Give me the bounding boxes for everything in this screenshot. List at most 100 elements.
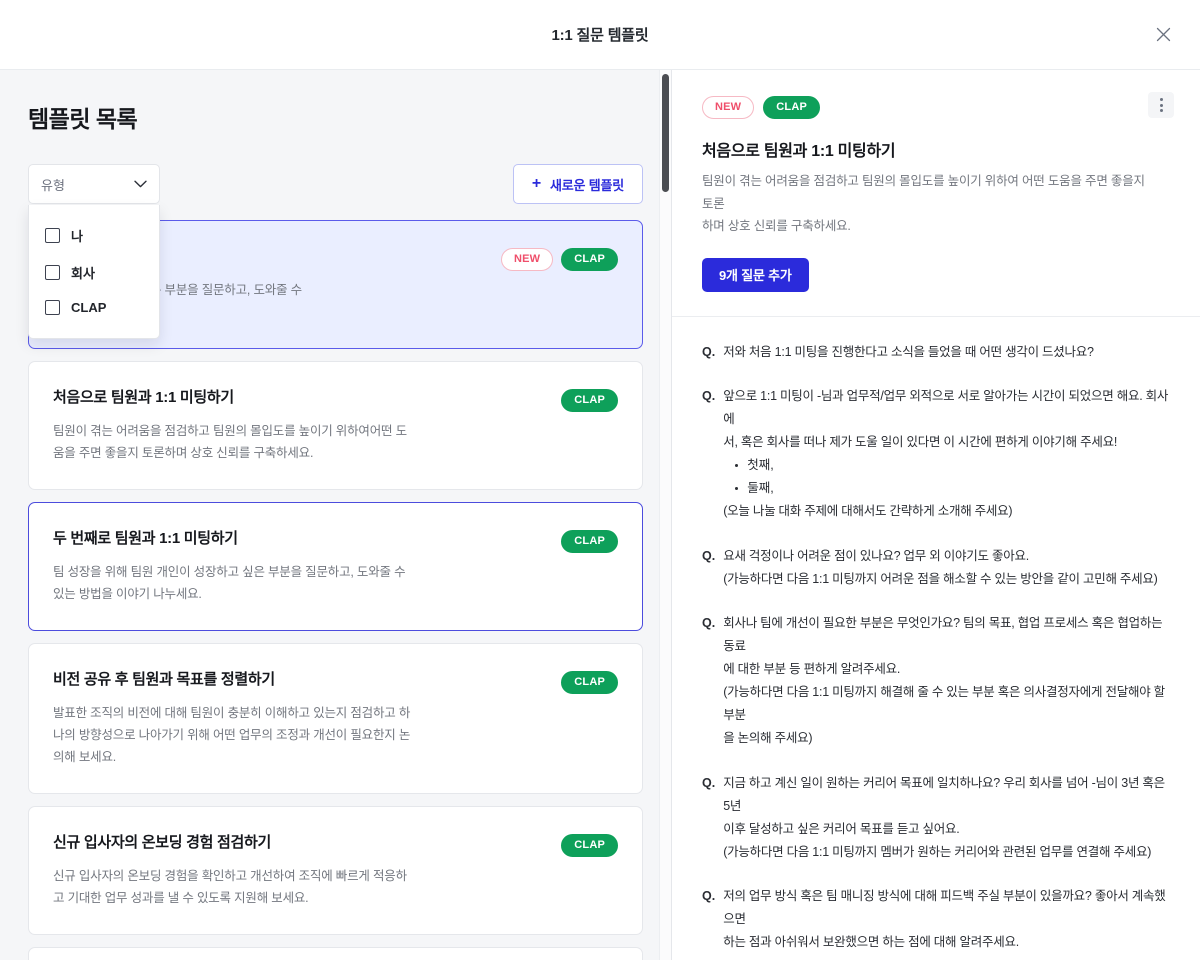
more-options-button[interactable] <box>1148 92 1174 118</box>
type-filter: 유형 나 회사 CLAP <box>28 164 160 339</box>
question-line: 저의 업무 방식 혹은 팀 매니징 방식에 대해 피드백 주실 부분이 있을까요… <box>723 889 1166 927</box>
filter-option-label: 나 <box>71 229 83 244</box>
modal-body: 템플릿 목록 유형 나 회사 CLAP + 새로운 템플릿 NEW CLAP 개… <box>0 70 1200 960</box>
template-card[interactable]: 퇴사하는 팀원과의 오프보딩 미팅 CLAP 퇴사원인을 정확하게 파악하고, … <box>28 946 643 960</box>
filter-option-clap[interactable]: CLAP <box>29 291 159 324</box>
checkbox-icon[interactable] <box>45 265 60 280</box>
question-note: (가능하다면 다음 1:1 미팅까지 멤버가 원하는 커리어와 관련된 업무를 … <box>723 844 1152 859</box>
question-line: 저와 처음 1:1 미팅을 진행한다고 소식을 들었을 때 어떤 생각이 드셨나… <box>723 344 1094 359</box>
question-bullet: 첫째, <box>735 454 1170 477</box>
template-detail-panel: NEW CLAP 처음으로 팀원과 1:1 미팅하기 팀원이 겪는 어려움을 점… <box>672 70 1200 960</box>
template-list-scrollbar[interactable] <box>659 70 671 960</box>
question-bullet: 둘째, <box>735 477 1170 500</box>
question-list: Q. 저와 처음 1:1 미팅을 진행한다고 소식을 들었을 때 어떤 생각이 … <box>672 317 1200 960</box>
desc-line: 팀 성장을 위해 팀원 개인이 성장하고 싶은 부분을 질문하고, 도와줄 수 <box>53 565 406 580</box>
question-marker: Q. <box>702 388 716 403</box>
template-card-badges: CLAP <box>561 388 618 413</box>
detail-header: NEW CLAP 처음으로 팀원과 1:1 미팅하기 팀원이 겪는 어려움을 점… <box>672 70 1200 317</box>
more-vertical-icon <box>1159 98 1163 112</box>
template-card-badges: CLAP <box>561 833 618 857</box>
question-line: 에 대한 부분 등 편하게 알려주세요. <box>723 662 901 677</box>
scrollbar-thumb[interactable] <box>662 74 669 192</box>
template-card[interactable]: 두 번째로 팀원과 1:1 미팅하기 CLAP 팀 성장을 위해 팀원 개인이 … <box>28 501 643 631</box>
template-card-desc: 팀 성장을 위해 팀원 개인이 성장하고 싶은 부분을 질문하고, 도와줄 수 … <box>53 562 513 606</box>
template-list-title: 템플릿 목록 <box>28 106 138 132</box>
modal-header: 1:1 질문 템플릿 <box>0 0 1200 70</box>
question-line: 이후 달성하고 싶은 커리어 목표를 듣고 싶어요. <box>723 821 960 836</box>
status-badge-clap: CLAP <box>561 833 618 857</box>
chevron-down-icon <box>134 180 147 188</box>
question-line: 요새 걱정이나 어려운 점이 있나요? 업무 외 이야기도 좋아요. <box>723 548 1029 563</box>
filter-option-label: CLAP <box>71 300 107 315</box>
template-card[interactable]: 처음으로 팀원과 1:1 미팅하기 CLAP 팀원이 겪는 어려움을 점검하고 … <box>28 360 643 490</box>
question-note: (가능하다면 다음 1:1 미팅까지 해결해 줄 수 있는 부분 혹은 의사결정… <box>723 685 1165 723</box>
template-card-title: 비전 공유 후 팀원과 목표를 정렬하기 <box>53 670 275 688</box>
question-note: (오늘 나눌 대화 주제에 대해서도 간략하게 소개해 주세요) <box>723 504 1013 519</box>
desc-line: 의해 보세요. <box>53 749 117 764</box>
filter-option-company[interactable]: 회사 <box>29 254 159 291</box>
desc-line: 움을 주면 좋을지 토론하며 상호 신뢰를 구축하세요. <box>53 446 314 460</box>
question-marker: Q. <box>702 548 716 563</box>
template-card-desc: 발표한 조직의 비전에 대해 팀원이 충분히 이해하고 있는지 점검하고 하 나… <box>53 703 513 769</box>
template-card-badges: NEW CLAP <box>500 247 618 272</box>
question-item: Q. 저와 처음 1:1 미팅을 진행한다고 소식을 들었을 때 어떤 생각이 … <box>702 341 1170 364</box>
checkbox-icon[interactable] <box>45 228 60 243</box>
question-bullets: 첫째, 둘째, <box>723 454 1170 500</box>
plus-icon: + <box>531 175 542 192</box>
template-card-desc: 팀원이 겪는 어려움을 점검하고 팀원의 몰입도를 높이기 위하여어떤 도 움을… <box>53 421 513 465</box>
close-icon <box>1156 27 1171 42</box>
template-list-panel: 템플릿 목록 유형 나 회사 CLAP + 새로운 템플릿 NEW CLAP 개… <box>0 70 672 960</box>
template-card-title: 신규 입사자의 온보딩 경험 점검하기 <box>53 833 271 851</box>
new-template-button-label: 새로운 템플릿 <box>550 177 624 193</box>
question-marker: Q. <box>702 344 716 359</box>
status-badge-clap: CLAP <box>561 670 618 694</box>
question-item: Q. 지금 하고 계신 일이 원하는 커리어 목표에 일치하나요? 우리 회사를… <box>702 772 1170 865</box>
template-card-badges: CLAP <box>561 670 618 694</box>
question-note: (가능하다면 다음 1:1 미팅까지 어려운 점을 해소할 수 있는 방안을 같… <box>723 571 1158 586</box>
question-item: Q. 앞으로 1:1 미팅이 -님과 업무적/업무 외적으로 서로 알아가는 시… <box>702 385 1170 524</box>
filter-option-label: 회사 <box>71 266 95 281</box>
template-card-badges: CLAP <box>561 529 618 554</box>
question-marker: Q. <box>702 615 716 630</box>
desc-line: 팀원이 겪는 어려움을 점검하고 팀원의 몰입도를 높이기 위하여 어떤 도움을… <box>702 174 1145 211</box>
desc-line: 나의 방향성으로 나아가기 위해 어떤 업무의 조정과 개선이 필요한지 논 <box>53 727 411 742</box>
add-questions-button[interactable]: 9개 질문 추가 <box>702 257 809 292</box>
status-badge-clap: CLAP <box>763 96 821 120</box>
filter-option-me[interactable]: 나 <box>29 217 159 254</box>
desc-line: 있는 방법을 이야기 나누세요. <box>53 586 202 601</box>
close-button[interactable] <box>1148 20 1178 50</box>
question-marker: Q. <box>702 889 716 904</box>
template-card-desc: 신규 입사자의 온보딩 경험을 확인하고 개선하여 조직에 빠르게 적응하 고 … <box>53 866 513 910</box>
question-marker: Q. <box>702 775 716 790</box>
type-filter-label: 유형 <box>41 177 65 193</box>
template-card[interactable]: 신규 입사자의 온보딩 경험 점검하기 CLAP 신규 입사자의 온보딩 경험을… <box>28 805 643 935</box>
status-badge-clap: CLAP <box>561 388 618 413</box>
page-title: 1:1 질문 템플릿 <box>551 27 649 44</box>
template-card-title: 처음으로 팀원과 1:1 미팅하기 <box>53 388 234 406</box>
question-item: Q. 저의 업무 방식 혹은 팀 매니징 방식에 대해 피드백 주실 부분이 있… <box>702 885 1170 954</box>
checkbox-icon[interactable] <box>45 300 60 315</box>
type-filter-dropdown: 나 회사 CLAP <box>28 205 160 339</box>
question-item: Q. 회사나 팀에 개선이 필요한 부분은 무엇인가요? 팀의 목표, 협업 프… <box>702 612 1170 751</box>
new-template-button[interactable]: + 새로운 템플릿 <box>512 164 643 204</box>
status-badge-new: NEW <box>702 96 755 120</box>
question-line: 회사나 팀에 개선이 필요한 부분은 무엇인가요? 팀의 목표, 협업 프로세스… <box>723 615 1163 653</box>
question-line: 지금 하고 계신 일이 원하는 커리어 목표에 일치하나요? 우리 회사를 넘어… <box>723 775 1165 813</box>
desc-line: 발표한 조직의 비전에 대해 팀원이 충분히 이해하고 있는지 점검하고 하 <box>53 706 411 720</box>
detail-title: 처음으로 팀원과 1:1 미팅하기 <box>702 143 896 161</box>
status-badge-new: NEW <box>500 248 554 272</box>
question-item: Q. 요새 걱정이나 어려운 점이 있나요? 업무 외 이야기도 좋아요. (가… <box>702 545 1170 591</box>
desc-line: 고 기대한 업무 성과를 낼 수 있도록 지원해 보세요. <box>53 890 309 905</box>
detail-badges: NEW CLAP <box>702 96 1170 120</box>
desc-line: 팀원이 겪는 어려움을 점검하고 팀원의 몰입도를 높이기 위하여어떤 도 <box>53 424 407 439</box>
template-card[interactable]: 비전 공유 후 팀원과 목표를 정렬하기 CLAP 발표한 조직의 비전에 대해… <box>28 642 643 794</box>
status-badge-clap: CLAP <box>561 529 618 554</box>
question-line: 서, 혹은 회사를 떠나 제가 도울 일이 있다면 이 시간에 편하게 이야기해… <box>723 435 1118 450</box>
question-line: 하는 점과 아쉬워서 보완했으면 하는 점에 대해 알려주세요. <box>723 935 1019 950</box>
question-note: 을 논의해 주세요) <box>723 731 813 746</box>
status-badge-clap: CLAP <box>561 248 618 272</box>
question-line: 앞으로 1:1 미팅이 -님과 업무적/업무 외적으로 서로 알아가는 시간이 … <box>723 388 1169 426</box>
list-toolbar: 유형 나 회사 CLAP + 새로운 템플릿 <box>28 164 643 339</box>
desc-line: 신규 입사자의 온보딩 경험을 확인하고 개선하여 조직에 빠르게 적응하 <box>53 868 407 883</box>
type-filter-select[interactable]: 유형 <box>28 164 160 204</box>
